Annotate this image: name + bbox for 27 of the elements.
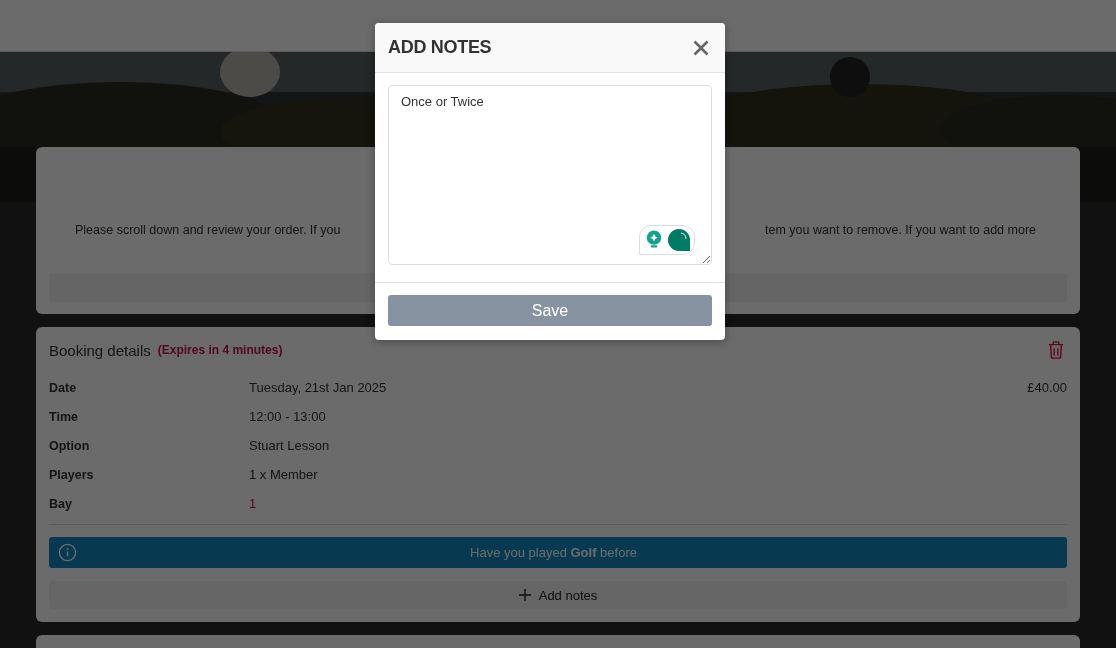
info-icon	[58, 543, 77, 562]
order-message: tem you want to remove. If you want to add more	[765, 223, 1036, 237]
booking-title: Booking details	[49, 341, 151, 359]
add-notes-button[interactable]: Add notes	[49, 581, 1067, 609]
detail-label: Option	[49, 438, 91, 453]
plus-icon	[518, 589, 531, 601]
trash-icon[interactable]	[1047, 340, 1065, 360]
save-button[interactable]: Save	[388, 295, 712, 326]
bulb-icon	[646, 229, 662, 251]
price: £40.00	[1027, 380, 1067, 395]
assistant-widget[interactable]	[639, 225, 695, 255]
detail-value: Stuart Lesson	[249, 438, 330, 453]
expiry-text: (Expires in 4 minutes)	[157, 343, 283, 357]
detail-label: Time	[49, 409, 79, 424]
detail-label: Bay	[49, 496, 73, 511]
detail-value: 1	[249, 496, 257, 511]
detail-value: 12:00 - 13:00	[249, 409, 326, 424]
dialog-title: ADD NOTES	[388, 37, 492, 58]
detail-value: Tuesday, 21st Jan 2025	[249, 380, 387, 395]
order-message: Please scroll down and review your order. If you	[75, 223, 341, 237]
notes-field[interactable]: Once or Twice	[388, 85, 712, 265]
detail-label: Date	[49, 380, 78, 395]
detail-value: 1 x Member	[249, 467, 318, 482]
close-icon[interactable]	[693, 39, 709, 56]
banner-text: Have you played Golf before	[469, 545, 638, 560]
chat-bubble-icon	[667, 228, 691, 252]
detail-label: Players	[49, 467, 95, 482]
